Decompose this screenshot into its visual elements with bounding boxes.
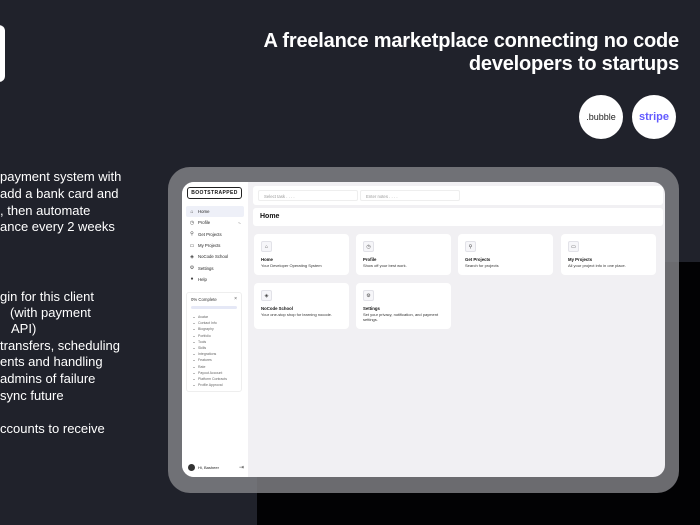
brand-logo[interactable]: BOOTSTRAPPED: [187, 187, 242, 199]
card-profile[interactable]: ◷ Profile Show off your best work.: [356, 234, 451, 275]
card-description: Search for projects: [465, 263, 499, 268]
profile-icon: ◷: [363, 241, 374, 252]
sidebar-item-label: Settings: [198, 265, 214, 271]
completion-progress-bar: [191, 306, 237, 309]
main-content: Select task . . . . Enter notes . . . . …: [248, 182, 665, 477]
folder-icon: ▭: [568, 241, 579, 252]
sidebar-item-profile[interactable]: ◷ Profile ‹-: [186, 217, 244, 228]
avatar[interactable]: [188, 464, 195, 471]
description-line: ccounts to receive: [0, 421, 105, 436]
description-line: , then automate: [0, 203, 91, 218]
profile-icon: ◷: [189, 219, 195, 226]
user-greeting: Hi, Basheer: [198, 465, 219, 470]
home-icon: ⌂: [261, 241, 272, 252]
card-get-projects[interactable]: ⚲ Get Projects Search for projects: [458, 234, 553, 275]
help-icon: ●: [190, 276, 194, 283]
collapse-icon[interactable]: ‹-: [238, 220, 241, 225]
card-description: All your project info in one place.: [568, 263, 626, 268]
bubble-logo-text: .bubble: [586, 112, 616, 122]
folder-icon: ▭: [189, 242, 195, 249]
description-line: admins of failure: [0, 371, 96, 386]
card-description: Set your privacy, notification, and paym…: [363, 312, 439, 322]
sidebar-item-settings[interactable]: ⚙ Settings: [186, 262, 244, 273]
card-title: Profile: [363, 257, 377, 262]
card-description: Your Developer Operating System: [261, 263, 322, 268]
headline: A freelance marketplace connecting no co…: [263, 30, 680, 76]
app-screenshot: BOOTSTRAPPED ⌂ Home ◷ Profile ‹- ⚲ Get Proje…: [182, 182, 665, 477]
card-settings[interactable]: ⚙ Settings Set your privacy, notification,…: [356, 283, 451, 329]
notes-input[interactable]: Enter notes . . . .: [360, 190, 460, 201]
card-home[interactable]: ⌂ Home Your Developer Operating System: [254, 234, 349, 275]
sidebar-item-get-projects[interactable]: ⚲ Get Projects: [186, 229, 244, 240]
sidebar: BOOTSTRAPPED ⌂ Home ◷ Profile ‹- ⚲ Get Proje…: [182, 182, 248, 477]
card-title: My Projects: [568, 257, 593, 262]
sidebar-item-label: Get Projects: [198, 231, 222, 237]
card-title: Get Projects: [465, 257, 491, 262]
sidebar-item-label: Profile: [198, 220, 211, 226]
card-my-projects[interactable]: ▭ My Projects All your project info in one…: [561, 234, 656, 275]
home-icon: ⌂: [190, 208, 194, 215]
sidebar-nav: ⌂ Home ◷ Profile ‹- ⚲ Get Projects ▭ My Proje…: [186, 206, 244, 285]
description-line: (with payment: [10, 305, 91, 320]
card-description: Show off your best work.: [363, 263, 407, 268]
description-line: gin for this client: [0, 289, 94, 304]
sidebar-item-label: NoCode School: [198, 254, 229, 260]
headline-line: developers to startups: [468, 53, 679, 75]
gear-icon: ⚙: [189, 265, 195, 272]
description-line: sync future: [0, 388, 64, 403]
sidebar-item-home[interactable]: ⌂ Home: [186, 206, 244, 218]
description-line: payment system with: [0, 169, 122, 184]
description-line: ance every 2 weeks: [0, 219, 115, 234]
sidebar-item-help[interactable]: ● Help: [186, 274, 244, 285]
completion-title: 0% Complete: [191, 297, 217, 302]
bubble-logo: .bubble: [579, 95, 623, 139]
card-title: NoCode School: [261, 306, 293, 311]
sidebar-item-label: Help: [198, 276, 207, 282]
card-title: Settings: [363, 306, 380, 311]
sidebar-item-label: My Projects: [198, 243, 221, 249]
profile-completion-panel: 0% Complete × Avatar Contact Info Biogra…: [186, 292, 242, 392]
search-icon: ⚲: [465, 241, 476, 252]
card-nocode-school[interactable]: ◈ NoCode School Your one-stop shop for lea…: [254, 283, 349, 329]
user-footer: Hi, Basheer ⇥: [188, 464, 244, 471]
school-icon: ◈: [261, 290, 272, 301]
task-select[interactable]: Select task . . . .: [258, 190, 358, 201]
checklist: Avatar Contact Info Biography Portfolio …: [191, 314, 237, 388]
checklist-item[interactable]: Profile Approval: [191, 382, 237, 388]
stripe-logo: stripe: [632, 95, 676, 139]
page-title: Home: [253, 208, 663, 226]
logout-icon[interactable]: ⇥: [239, 464, 244, 471]
close-icon[interactable]: ×: [234, 296, 237, 302]
search-icon: ⚲: [190, 231, 194, 238]
sidebar-item-my-projects[interactable]: ▭ My Projects: [186, 240, 244, 251]
headline-line: A freelance marketplace connecting no co…: [263, 30, 680, 52]
logo-card: [0, 25, 5, 82]
description-line: API): [11, 321, 37, 336]
school-icon: ◈: [190, 253, 194, 260]
gear-icon: ⚙: [363, 290, 374, 301]
top-bar: Select task . . . . Enter notes . . . .: [253, 186, 663, 205]
description-line: transfers, scheduling: [0, 338, 120, 353]
stripe-logo-text: stripe: [639, 111, 669, 123]
description-line: ents and handling: [0, 354, 103, 369]
sidebar-item-label: Home: [198, 209, 210, 215]
description-line: add a bank card and: [0, 186, 119, 201]
sidebar-item-nocode-school[interactable]: ◈ NoCode School: [186, 251, 244, 262]
card-title: Home: [261, 257, 273, 262]
card-description: Your one-stop shop for learning nocode.: [261, 312, 333, 317]
